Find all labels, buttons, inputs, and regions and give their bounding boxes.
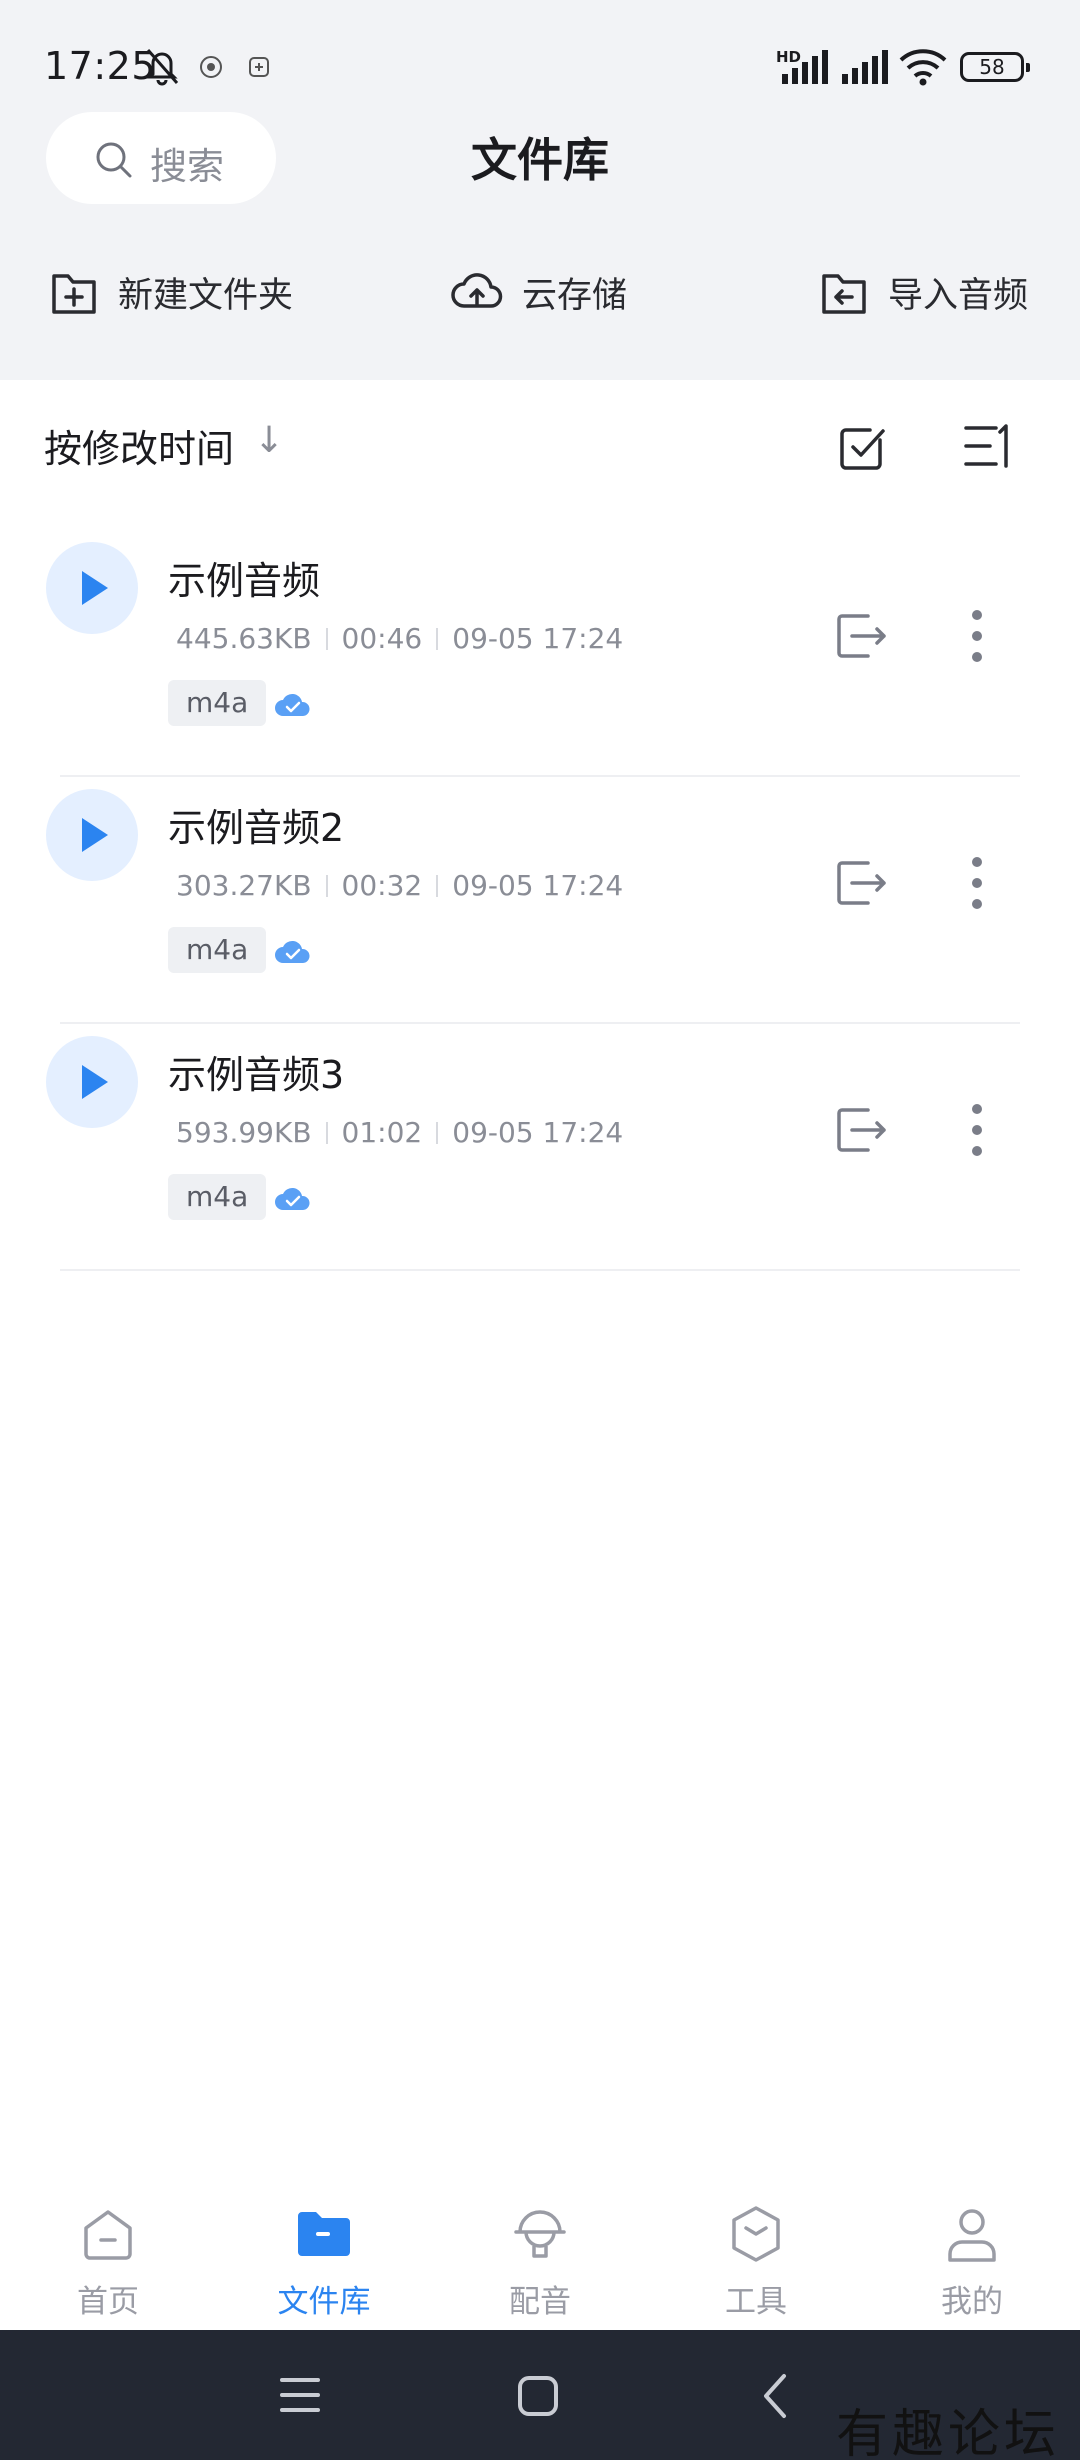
status-bar: 17:25 HD 58 xyxy=(0,0,1080,110)
file-meta: 303.27KB 00:32 09-05 17:24 xyxy=(176,869,623,902)
bell-off-icon xyxy=(146,49,179,86)
sort-by-button[interactable]: 按修改时间 xyxy=(44,418,234,473)
new-folder-label: 新建文件夹 xyxy=(118,275,294,316)
export-icon[interactable] xyxy=(834,1104,890,1156)
signal-icon xyxy=(842,50,888,84)
more-options-icon[interactable] xyxy=(960,1100,994,1160)
file-size: 445.63KB xyxy=(176,622,312,655)
play-icon xyxy=(82,818,108,852)
divider xyxy=(60,1269,1020,1271)
new-folder-button[interactable]: 新建文件夹 xyxy=(48,264,293,320)
signal-icon xyxy=(782,50,828,84)
back-icon[interactable] xyxy=(760,2372,790,2420)
export-icon[interactable] xyxy=(834,610,890,662)
play-icon xyxy=(82,571,108,605)
home-system-icon[interactable] xyxy=(516,2374,560,2418)
file-meta: 593.99KB 01:02 09-05 17:24 xyxy=(176,1116,623,1149)
multi-select-icon[interactable] xyxy=(836,418,892,474)
app-notification-icon xyxy=(249,57,269,77)
nav-home[interactable]: 首页 xyxy=(0,2180,216,2330)
play-button[interactable] xyxy=(46,1036,138,1128)
format-tag: m4a xyxy=(168,1174,267,1220)
file-meta: 445.63KB 00:46 09-05 17:24 xyxy=(176,622,623,655)
file-duration: 01:02 xyxy=(341,1116,423,1149)
export-icon[interactable] xyxy=(834,857,890,909)
nav-dubbing-label: 配音 xyxy=(509,2284,571,2320)
import-audio-button[interactable]: 导入音频 xyxy=(818,264,1028,320)
battery-indicator: 58 xyxy=(960,52,1030,82)
cloud-upload-icon xyxy=(451,273,503,308)
nav-mine[interactable]: 我的 xyxy=(864,2180,1080,2330)
file-modified: 09-05 17:24 xyxy=(452,869,624,902)
home-icon xyxy=(84,2210,132,2260)
folder-icon xyxy=(298,2212,350,2256)
file-size: 303.27KB xyxy=(176,869,312,902)
list-item[interactable]: 示例音频 445.63KB 00:46 09-05 17:24 m4a xyxy=(0,530,1080,777)
tools-box-icon xyxy=(732,2206,780,2262)
user-icon xyxy=(948,2209,996,2262)
more-options-icon[interactable] xyxy=(960,853,994,913)
microphone-icon xyxy=(514,2210,566,2258)
import-folder-icon xyxy=(822,274,866,314)
file-modified: 09-05 17:24 xyxy=(452,622,624,655)
play-icon xyxy=(82,1065,108,1099)
cloud-storage-button[interactable]: 云存储 xyxy=(450,264,627,320)
status-time: 17:25 xyxy=(44,44,157,88)
nav-home-label: 首页 xyxy=(77,2284,139,2320)
nav-tools[interactable]: 工具 xyxy=(648,2180,864,2330)
nav-library[interactable]: 文件库 xyxy=(216,2180,432,2330)
recent-apps-icon[interactable] xyxy=(278,2374,322,2416)
nav-library-label: 文件库 xyxy=(277,2284,371,2320)
file-duration: 00:46 xyxy=(341,622,423,655)
format-tag: m4a xyxy=(168,927,267,973)
page-title: 文件库 xyxy=(471,133,609,187)
format-tag: m4a xyxy=(168,680,267,726)
play-button[interactable] xyxy=(46,542,138,634)
cloud-synced-icon xyxy=(275,1187,310,1210)
cloud-synced-icon xyxy=(275,693,310,716)
play-button[interactable] xyxy=(46,789,138,881)
sort-menu-icon[interactable] xyxy=(962,418,1014,474)
nav-tools-label: 工具 xyxy=(725,2284,787,2320)
nav-dubbing[interactable]: 配音 xyxy=(432,2180,648,2330)
cloud-storage-label: 云存储 xyxy=(522,275,628,316)
sort-direction-icon[interactable]: ↓ xyxy=(254,420,284,461)
wifi-icon xyxy=(899,49,947,86)
file-size: 593.99KB xyxy=(176,1116,312,1149)
cloud-synced-icon xyxy=(275,940,310,963)
app-notification-icon xyxy=(200,56,222,78)
more-options-icon[interactable] xyxy=(960,606,994,666)
file-title: 示例音频 xyxy=(168,559,321,603)
file-modified: 09-05 17:24 xyxy=(452,1116,624,1149)
list-item[interactable]: 示例音频2 303.27KB 00:32 09-05 17:24 m4a xyxy=(0,777,1080,1024)
file-duration: 00:32 xyxy=(341,869,423,902)
bottom-nav: 首页 文件库 配音 工具 我的 xyxy=(0,2180,1080,2330)
watermark: 有趣论坛 xyxy=(836,2405,1061,2460)
nav-mine-label: 我的 xyxy=(941,2284,1003,2320)
file-title: 示例音频3 xyxy=(168,1053,345,1097)
file-title: 示例音频2 xyxy=(168,806,345,850)
new-folder-icon xyxy=(52,274,96,314)
list-item[interactable]: 示例音频3 593.99KB 01:02 09-05 17:24 m4a xyxy=(0,1024,1080,1271)
import-audio-label: 导入音频 xyxy=(888,275,1029,316)
